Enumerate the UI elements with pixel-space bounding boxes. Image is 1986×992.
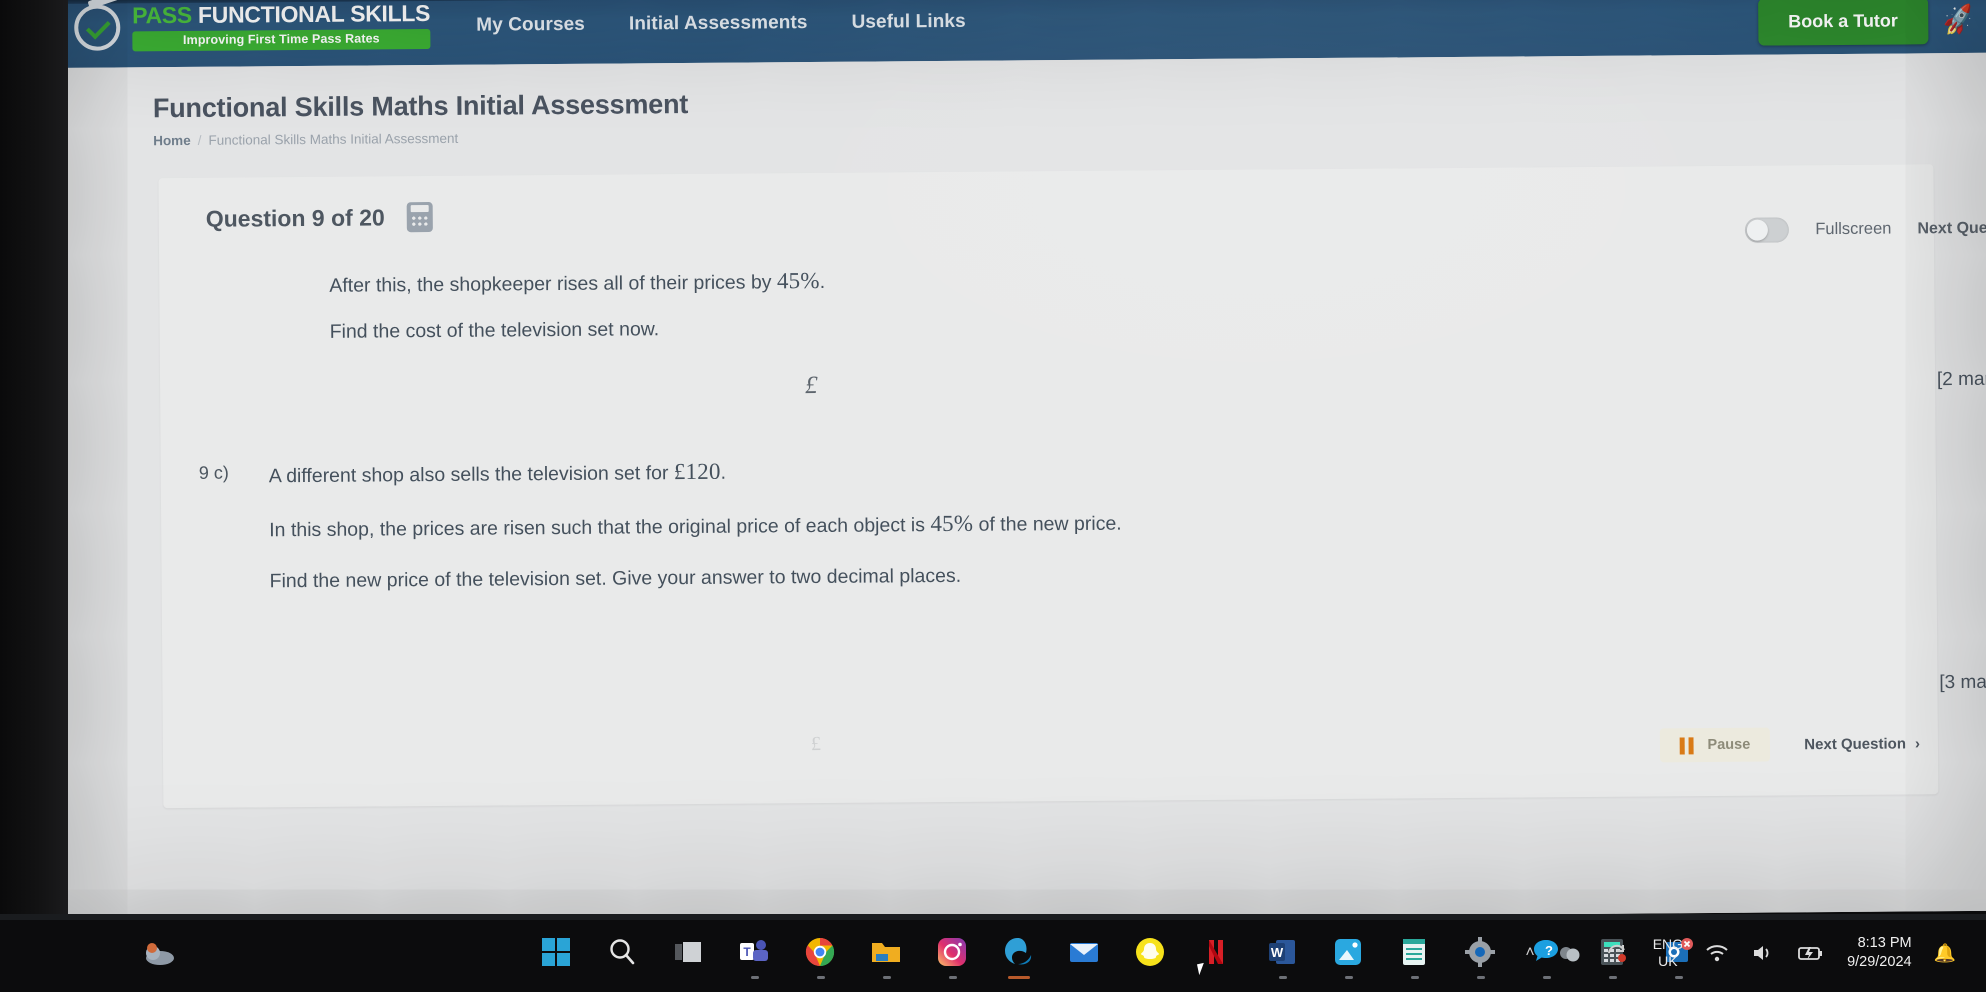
fullscreen-toggle-knob bbox=[1747, 219, 1769, 241]
svg-text:W: W bbox=[1271, 945, 1284, 960]
part-c-answer-pound-symbol: £ bbox=[810, 732, 822, 756]
taskbar-left-widget[interactable] bbox=[140, 938, 180, 968]
language-line-2: UK bbox=[1658, 953, 1678, 969]
chevron-up-icon[interactable]: ˄ bbox=[1525, 944, 1534, 962]
photos-icon[interactable] bbox=[1332, 936, 1366, 970]
logo-wordmark-rest: FUNCTIONAL SKILLS bbox=[191, 0, 431, 28]
question-counter-of: of bbox=[330, 204, 353, 231]
question-counter-prefix: Question bbox=[205, 204, 306, 232]
battery-icon[interactable] bbox=[1797, 943, 1825, 963]
nav-item-initial-assessments[interactable]: Initial Assessments bbox=[629, 12, 808, 35]
pause-button[interactable]: ▌▌ Pause bbox=[1659, 727, 1771, 763]
fullscreen-label: Fullscreen bbox=[1815, 219, 1892, 239]
taskbar-icons: T W ? bbox=[540, 936, 1696, 970]
question-bottom-controls: ▌▌ Pause Next Question › bbox=[1659, 726, 1921, 763]
site-logo[interactable]: PASS FUNCTIONAL SKILLS Improving First T… bbox=[74, 0, 431, 52]
page-header: Functional Skills Maths Initial Assessme… bbox=[53, 79, 1986, 149]
book-a-tutor-button[interactable]: Book a Tutor bbox=[1758, 0, 1929, 46]
next-question-button[interactable]: Next Question › bbox=[1804, 735, 1920, 753]
primary-navigation: My Courses Initial Assessments Useful Li… bbox=[476, 11, 966, 37]
part-b-line1-percentage: 45% bbox=[776, 267, 820, 294]
task-view-icon[interactable] bbox=[672, 936, 706, 970]
question-counter-number: 9 bbox=[311, 204, 325, 231]
windows-start-icon[interactable] bbox=[540, 936, 574, 970]
settings-icon[interactable] bbox=[1464, 936, 1498, 970]
laptop-screen-photo: PASS FUNCTIONAL SKILLS Improving First T… bbox=[0, 0, 1986, 992]
navbar-right-group: Book a Tutor 🚀 bbox=[1758, 0, 1986, 46]
part-c-marks: [3 marks] bbox=[1939, 671, 1986, 694]
page-title: Functional Skills Maths Initial Assessme… bbox=[152, 89, 689, 124]
search-icon[interactable] bbox=[606, 936, 640, 970]
notepad-icon[interactable] bbox=[1398, 936, 1432, 970]
logo-wordmark: PASS FUNCTIONAL SKILLS bbox=[132, 0, 431, 29]
headphones-icon[interactable] bbox=[1557, 942, 1583, 964]
instagram-icon[interactable] bbox=[936, 936, 970, 970]
pause-icon: ▌▌ bbox=[1679, 737, 1698, 754]
snapchat-icon[interactable] bbox=[1134, 936, 1168, 970]
fullscreen-toggle[interactable] bbox=[1745, 217, 1790, 243]
laptop-bezel-left bbox=[0, 0, 68, 992]
part-c-line1-price: £120 bbox=[673, 458, 721, 485]
microsoft-edge-icon[interactable] bbox=[1002, 936, 1036, 970]
mail-icon[interactable] bbox=[1068, 936, 1102, 970]
breadcrumb-current: Functional Skills Maths Initial Assessme… bbox=[208, 130, 459, 148]
clock-date: 9/29/2024 bbox=[1847, 954, 1912, 970]
pass-checkmark-graduation-icon bbox=[74, 4, 121, 51]
logo-tagline: Improving First Time Pass Rates bbox=[132, 29, 431, 52]
file-explorer-icon[interactable] bbox=[870, 936, 904, 970]
browser-viewport: PASS FUNCTIONAL SKILLS Improving First T… bbox=[52, 0, 1986, 926]
next-question-top-link[interactable]: Next Question bbox=[1917, 219, 1986, 238]
question-part-c-line-2: In this shop, the prices are risen such … bbox=[269, 503, 1936, 542]
question-counter-total: 20 bbox=[359, 203, 385, 231]
part-b-answer-row: £ bbox=[160, 363, 1935, 405]
svg-text:T: T bbox=[743, 945, 751, 959]
breadcrumb-separator: / bbox=[197, 132, 202, 148]
system-tray: ˄ ENG UK 8:13 PM 9/29/2024 🔔 bbox=[1525, 934, 1956, 972]
google-chrome-icon[interactable] bbox=[804, 936, 838, 970]
windows-taskbar: T W ? ˄ ENG UK 8:13 PM 9/29/2024 🔔 bbox=[0, 914, 1986, 992]
question-part-c-line-3: Find the new price of the television set… bbox=[269, 564, 962, 593]
question-top-controls: Fullscreen Next Question bbox=[1745, 216, 1986, 243]
mouse-cursor bbox=[1196, 961, 1212, 976]
part-c-line2-text-post: of the new price. bbox=[973, 512, 1122, 536]
part-c-line2-text-pre: In this shop, the prices are risen such … bbox=[269, 514, 931, 542]
question-card: Question 9 of 20 Fullscreen Next Questio… bbox=[158, 164, 1986, 809]
volume-icon[interactable] bbox=[1751, 943, 1775, 963]
pause-button-label: Pause bbox=[1707, 736, 1751, 754]
nav-item-my-courses[interactable]: My Courses bbox=[476, 14, 585, 37]
wifi-icon[interactable] bbox=[1705, 943, 1729, 963]
rocket-icon[interactable]: 🚀 bbox=[1939, 2, 1976, 38]
clock-time: 8:13 PM bbox=[1857, 935, 1912, 952]
logo-wordmark-accent: PASS bbox=[132, 1, 193, 29]
notification-bell-icon[interactable]: 🔔 bbox=[1934, 943, 1956, 964]
part-b-marks: [2 marks] bbox=[1936, 368, 1986, 391]
assessment-page: Functional Skills Maths Initial Assessme… bbox=[52, 52, 1986, 926]
question-body: After this, the shopkeeper rises all of … bbox=[159, 220, 1986, 755]
microsoft-teams-icon[interactable]: T bbox=[738, 936, 772, 970]
question-part-c: 9 c) A different shop also sells the tel… bbox=[161, 449, 1937, 622]
part-c-line1-text-pre: A different shop also sells the televisi… bbox=[268, 462, 674, 488]
part-b-line1-text-post: . bbox=[819, 270, 826, 293]
sync-error-icon[interactable] bbox=[1605, 942, 1631, 964]
breadcrumb: Home / Functional Skills Maths Initial Ass… bbox=[153, 119, 1986, 148]
calculator-icon[interactable] bbox=[406, 202, 433, 233]
part-b-pound-symbol: £ bbox=[804, 371, 818, 400]
part-b-line1-text-pre: After this, the shopkeeper rises all of … bbox=[329, 271, 777, 297]
language-indicator[interactable]: ENG UK bbox=[1653, 936, 1683, 971]
part-c-label: 9 c) bbox=[198, 462, 229, 483]
language-line-1: ENG bbox=[1652, 935, 1684, 952]
question-counter: Question 9 of 20 bbox=[206, 204, 385, 232]
microsoft-word-icon[interactable]: W bbox=[1266, 936, 1300, 970]
breadcrumb-home-link[interactable]: Home bbox=[153, 133, 191, 148]
clock[interactable]: 8:13 PM 9/29/2024 bbox=[1847, 934, 1912, 972]
part-c-line1-text-post: . bbox=[720, 461, 727, 484]
chevron-right-icon: › bbox=[1914, 734, 1921, 752]
next-question-button-label: Next Question bbox=[1804, 734, 1907, 753]
part-c-line2-percentage: 45% bbox=[930, 510, 974, 537]
question-part-b-line-1: After this, the shopkeeper rises all of … bbox=[159, 260, 1934, 297]
nav-item-useful-links[interactable]: Useful Links bbox=[851, 11, 965, 34]
weather-widget-icon bbox=[146, 943, 174, 965]
question-part-b-line-2: Find the cost of the television set now. bbox=[329, 317, 660, 343]
question-part-c-line-1: A different shop also sells the televisi… bbox=[269, 449, 1936, 488]
